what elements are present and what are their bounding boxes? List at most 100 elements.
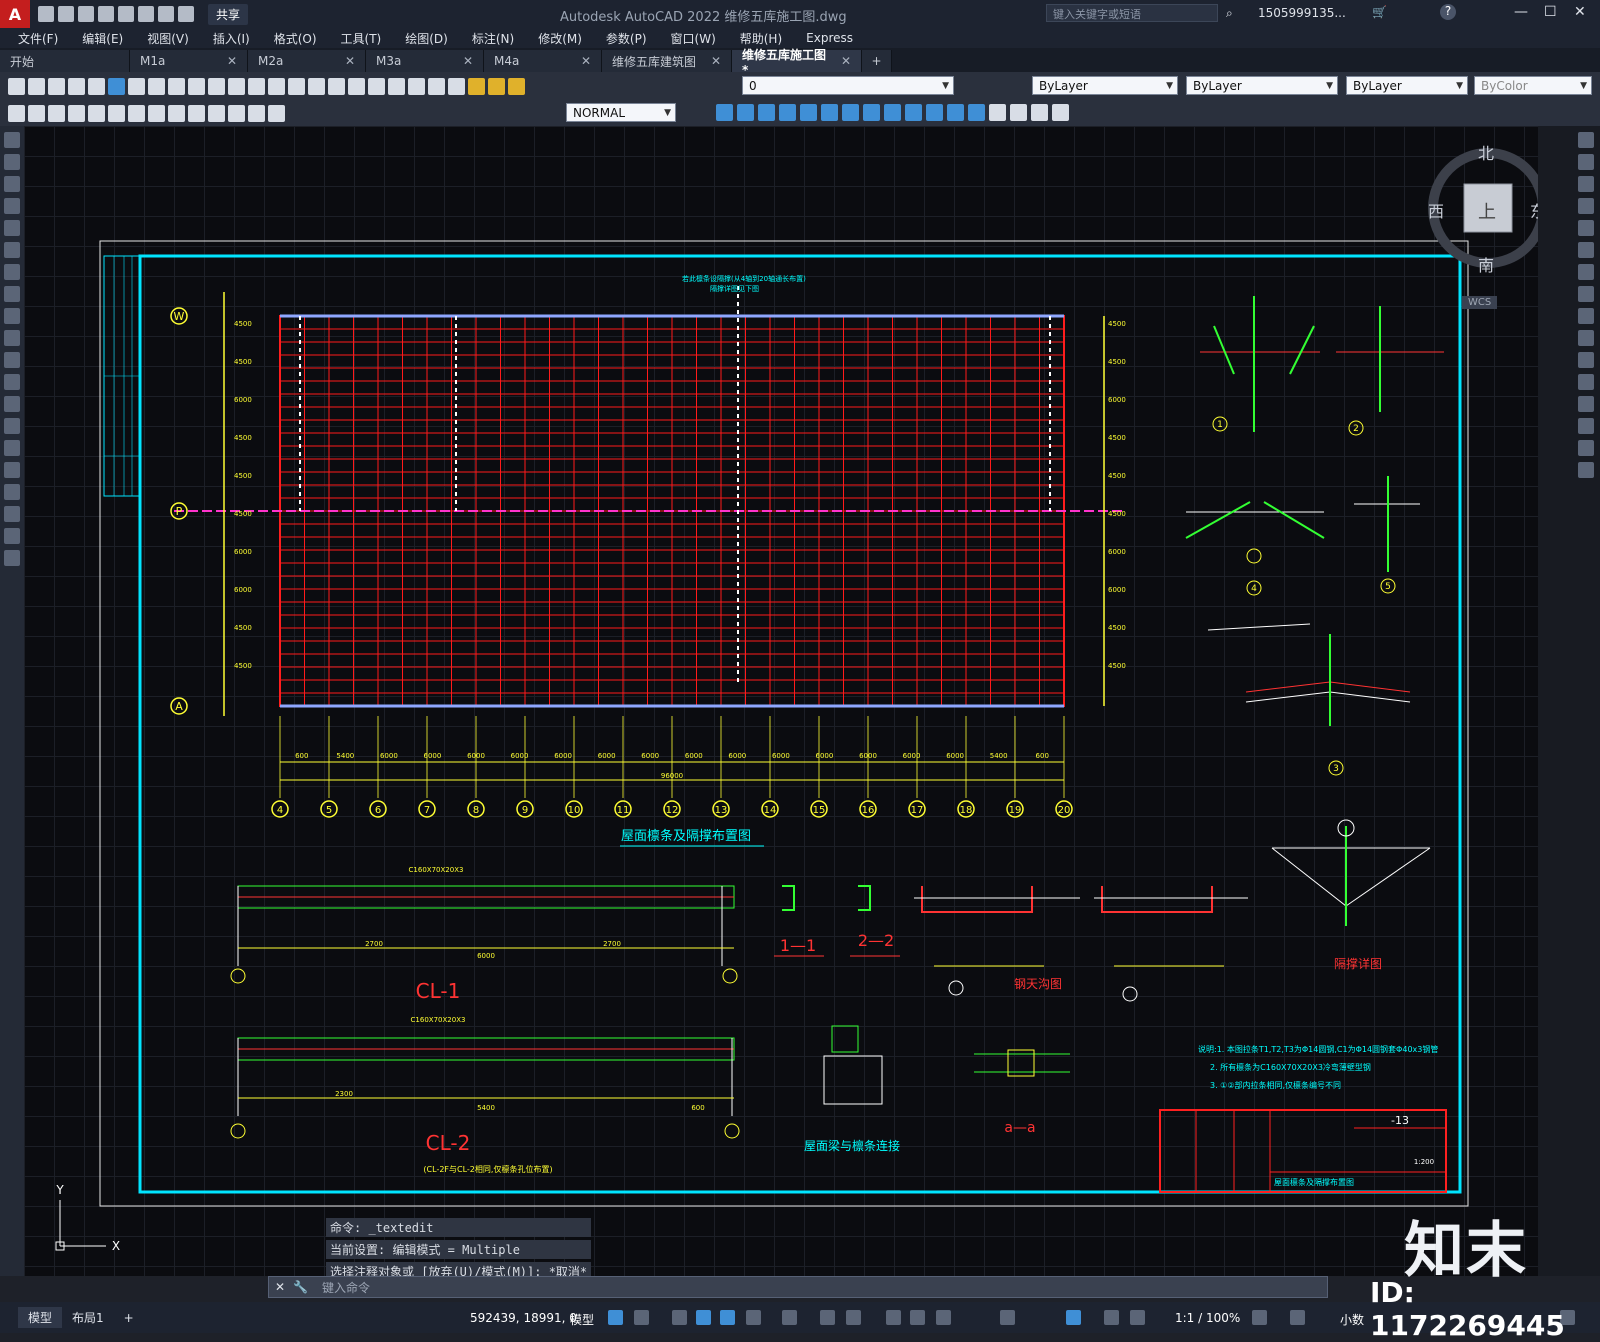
chamfer-icon[interactable]: [1578, 418, 1594, 434]
tab-m3a[interactable]: M3a ✕: [366, 50, 484, 72]
point-icon[interactable]: [4, 418, 20, 434]
menu-edit[interactable]: 编辑(E): [82, 30, 123, 47]
3d-osnap-icon[interactable]: [1000, 1310, 1015, 1325]
menu-file[interactable]: 文件(F): [18, 30, 58, 47]
fillet-icon[interactable]: [884, 104, 901, 121]
properties-icon[interactable]: [328, 77, 345, 95]
tab-model[interactable]: 模型: [18, 1307, 63, 1328]
pan-icon[interactable]: [248, 77, 265, 95]
help-icon[interactable]: [448, 77, 465, 95]
markup-icon[interactable]: [408, 77, 425, 95]
close-icon[interactable]: ✕: [275, 1280, 285, 1294]
insert-block-icon[interactable]: [4, 374, 20, 390]
arc-length-icon[interactable]: [48, 104, 65, 122]
calculator-icon[interactable]: [428, 77, 445, 95]
close-icon[interactable]: ✕: [841, 54, 851, 68]
group-icon[interactable]: [1031, 104, 1048, 121]
open-icon[interactable]: [58, 6, 74, 22]
polar-icon[interactable]: [746, 1310, 761, 1325]
tab-m4a[interactable]: M4a ✕: [484, 50, 602, 72]
diameter-icon[interactable]: [108, 104, 125, 122]
mirror-icon[interactable]: [800, 104, 817, 121]
line-icon[interactable]: [4, 132, 20, 148]
dimstyle-dropdown[interactable]: NORMAL ▼: [566, 103, 676, 122]
close-icon[interactable]: ✕: [227, 54, 237, 68]
polyline-icon[interactable]: [4, 176, 20, 192]
arc-icon[interactable]: [4, 242, 20, 258]
workspace-gear-icon[interactable]: [1252, 1310, 1267, 1325]
menu-help[interactable]: 帮助(H): [740, 30, 782, 47]
angular-icon[interactable]: [128, 104, 145, 122]
copy-icon[interactable]: [1578, 154, 1594, 170]
ortho-icon[interactable]: [720, 1310, 735, 1325]
radius-icon[interactable]: [88, 104, 105, 122]
plotstyle-dropdown[interactable]: ByColor ▼: [1474, 76, 1592, 95]
tolerance-icon[interactable]: [208, 104, 225, 122]
menu-parametric[interactable]: 参数(P): [606, 30, 647, 47]
copy-icon[interactable]: [148, 77, 165, 95]
offset-icon[interactable]: [947, 104, 964, 121]
close-icon[interactable]: ✕: [463, 54, 473, 68]
aligned-dimension-icon[interactable]: [28, 104, 45, 122]
construction-line-icon[interactable]: [4, 154, 20, 170]
rotate-icon[interactable]: [1578, 264, 1594, 280]
viewcube-south[interactable]: 南: [1478, 252, 1494, 276]
array-icon[interactable]: [926, 104, 943, 121]
revision-cloud-icon[interactable]: [4, 286, 20, 302]
chamfer-icon[interactable]: [905, 104, 922, 121]
infer-constraints-icon[interactable]: [672, 1310, 687, 1325]
object-snap-tracking-icon[interactable]: [820, 1310, 835, 1325]
undo-icon[interactable]: [158, 6, 174, 22]
block-icon[interactable]: [989, 104, 1006, 121]
cart-icon[interactable]: 🛒: [1372, 5, 1387, 19]
grid-icon[interactable]: [608, 1310, 623, 1325]
undo-icon[interactable]: [208, 77, 225, 95]
dynamic-input-icon[interactable]: [696, 1310, 711, 1325]
save-icon[interactable]: [48, 77, 65, 95]
object-snap-icon[interactable]: [846, 1310, 861, 1325]
menu-dimension[interactable]: 标注(N): [472, 30, 514, 47]
viewcube-north[interactable]: 北: [1478, 140, 1494, 164]
transparency-icon[interactable]: [910, 1310, 925, 1325]
explode-icon[interactable]: [1578, 462, 1594, 478]
close-icon[interactable]: ✕: [345, 54, 355, 68]
menu-draw[interactable]: 绘图(D): [405, 30, 448, 47]
sheet-set-icon[interactable]: [388, 77, 405, 95]
menu-format[interactable]: 格式(O): [274, 30, 317, 47]
new-tab-button[interactable]: +: [862, 50, 892, 72]
linetype-dropdown[interactable]: ByLayer ▼: [1186, 76, 1338, 95]
viewcube[interactable]: 北 南 东 西 上: [1428, 140, 1548, 320]
stretch-icon[interactable]: [758, 104, 775, 121]
layer-lock-icon[interactable]: [508, 77, 525, 95]
tab-construction-drawing[interactable]: 维修五库施工图* ✕: [732, 48, 862, 77]
extend-icon[interactable]: [863, 104, 880, 121]
text-icon[interactable]: [4, 528, 20, 544]
annotation-monitor-icon[interactable]: [1066, 1310, 1081, 1325]
color-dropdown[interactable]: ByLayer ▼: [1032, 76, 1178, 95]
move-icon[interactable]: [1578, 242, 1594, 258]
join-icon[interactable]: [1578, 396, 1594, 412]
tab-m2a[interactable]: M2a ✕: [248, 50, 366, 72]
viewcube-top-face[interactable]: 上: [1478, 198, 1496, 224]
annotation-visibility-icon[interactable]: [1104, 1310, 1119, 1325]
design-center-icon[interactable]: [348, 77, 365, 95]
menu-express[interactable]: Express: [806, 31, 853, 45]
drawing-canvas[interactable]: W P A 4500 4500 4500 4500 6000 6000 4500 4500 45…: [24, 126, 1538, 1276]
add-selected-icon[interactable]: [4, 550, 20, 566]
menu-modify[interactable]: 修改(M): [538, 30, 582, 47]
gradient-icon[interactable]: [4, 462, 20, 478]
isodraft-icon[interactable]: [782, 1310, 797, 1325]
layer-bulb-icon[interactable]: [468, 77, 485, 95]
viewcube-west[interactable]: 西: [1428, 198, 1444, 222]
erase-icon[interactable]: [1578, 132, 1594, 148]
region-icon[interactable]: [4, 484, 20, 500]
search-icon[interactable]: ⌕: [1226, 6, 1233, 21]
rectangle-icon[interactable]: [4, 220, 20, 236]
close-icon[interactable]: ✕: [711, 54, 721, 68]
share-button[interactable]: 共享: [208, 3, 249, 25]
polygon-icon[interactable]: [4, 198, 20, 214]
add-layout-button[interactable]: +: [114, 1309, 144, 1327]
menu-view[interactable]: 视图(V): [147, 30, 189, 47]
minimize-button[interactable]: —: [1514, 4, 1528, 20]
offset-icon[interactable]: [1578, 198, 1594, 214]
